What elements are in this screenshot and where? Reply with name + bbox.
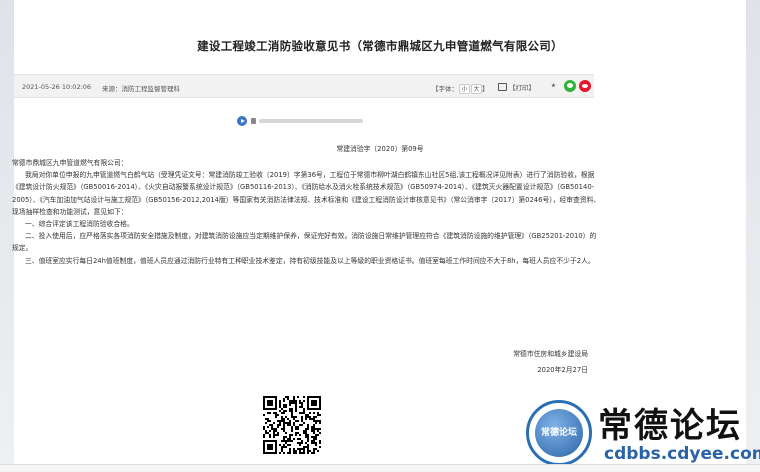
print-label: 【打印】 (509, 84, 535, 92)
document-body: 常德市鼎城区九申管道燃气有限公司： 我局对你单位申报的九申管道燃气白鹤气站（受理… (12, 157, 602, 267)
salutation: 常德市鼎城区九申管道燃气有限公司： (12, 159, 128, 167)
share-icon[interactable]: ⭑ (551, 81, 556, 91)
page-title: 建设工程竣工消防验收意见书（常德市鼎城区九申管道燃气有限公司） (197, 39, 563, 53)
audio-play-button[interactable] (237, 116, 247, 126)
article-source: 来源：消防工程监督管理科 (102, 85, 180, 93)
font-large-button[interactable]: 大 (471, 84, 482, 94)
document-number: 常建消验字〔2020〕第09号 (336, 145, 424, 153)
paragraph-intro: 我局对你单位申报的九申管道燃气白鹤气站（受理凭证文号：常建消防竣工验收〔2019… (12, 171, 601, 216)
browser-status-bar (0, 464, 760, 472)
forum-watermark-url: cdbbs.cdyee.com (604, 444, 760, 464)
wechat-icon[interactable] (564, 80, 576, 92)
publish-date: 2021-05-26 10:02:06 (22, 83, 92, 91)
qr-code (263, 396, 321, 454)
volume-icon[interactable] (251, 118, 256, 124)
article-meta-bar: 2021-05-26 10:02:06 来源：消防工程监督管理科 【字体：小大】… (14, 74, 594, 98)
page: 建设工程竣工消防验收意见书（常德市鼎城区九申管道燃气有限公司） 2021-05-… (0, 0, 760, 472)
paragraph-item-1: 一、综合评定该工程消防验收合格。 (25, 220, 134, 229)
font-size-control: 【字体：小大】 (432, 83, 489, 94)
forum-watermark: 常德论坛 常德论坛 cdbbs.cdyee.com (526, 396, 760, 472)
font-size-label: 【字体： (432, 85, 458, 93)
paragraph-item-2: 二、投入使用后，应严格落实各项消防安全措施及制度，对建筑消防设施应当定期维护保养… (12, 232, 597, 253)
weibo-icon[interactable] (579, 80, 591, 92)
signature-organization: 常德市住房和城乡建设局 (513, 350, 588, 358)
audio-player (237, 116, 365, 126)
print-button[interactable]: 【打印】 (498, 82, 535, 92)
forum-seal-text: 常德论坛 (540, 428, 577, 438)
audio-progress-bar[interactable] (259, 119, 363, 123)
signature-date: 2020年2月27日 (537, 366, 588, 374)
paragraph-item-3: 三、值班室应实行每日24h值班制度，值班人员应通过消防行业特有工种职业技术鉴定，… (25, 256, 595, 265)
font-size-label-close: 】 (482, 85, 489, 93)
printer-icon (498, 83, 507, 91)
forum-seal-logo: 常德论坛 (526, 400, 592, 466)
font-small-button[interactable]: 小 (459, 84, 470, 94)
qr-code-graphic (263, 396, 321, 454)
forum-watermark-title: 常德论坛 (598, 406, 742, 446)
